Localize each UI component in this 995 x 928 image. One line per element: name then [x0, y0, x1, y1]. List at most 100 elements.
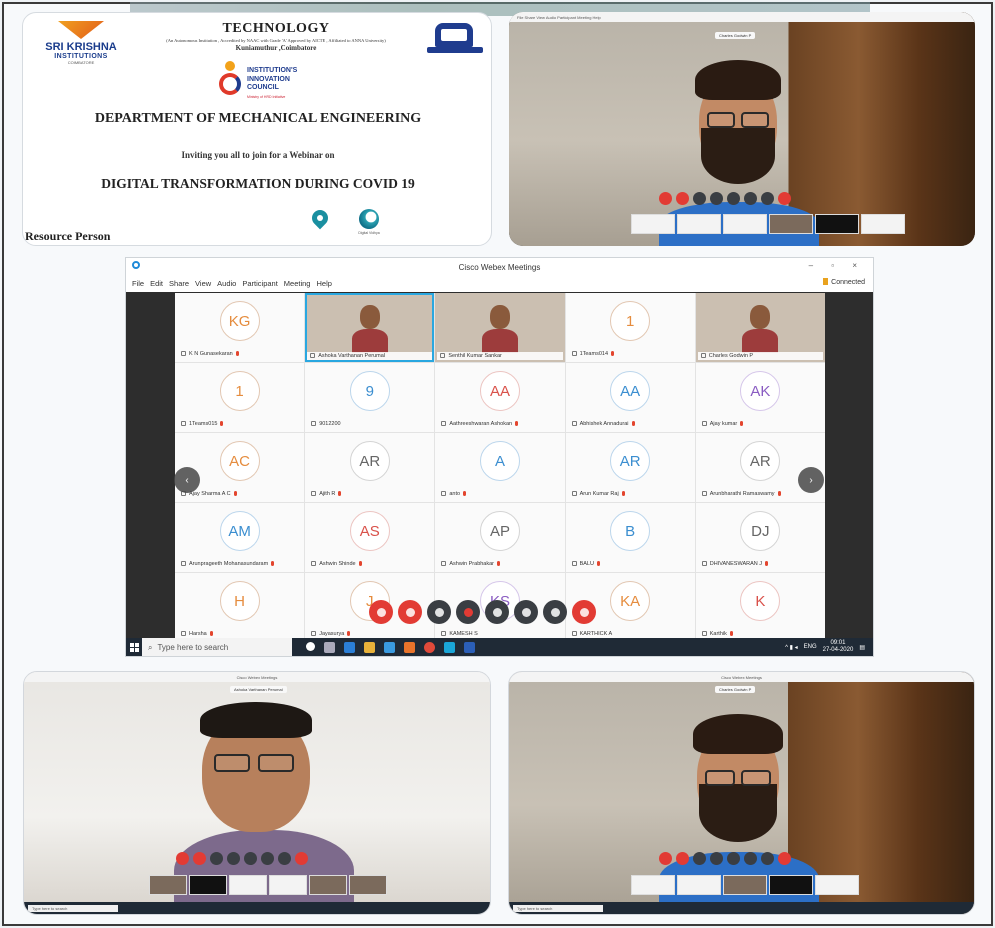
menu-edit[interactable]: Edit	[150, 279, 163, 288]
thumbnail[interactable]	[769, 214, 813, 234]
menu-help[interactable]: Help	[316, 279, 331, 288]
share-button[interactable]	[210, 852, 223, 865]
participants-button[interactable]	[727, 852, 740, 865]
participant-tile[interactable]: AR Arun Kumar Raj	[565, 433, 695, 502]
webex-taskbar-icon[interactable]	[444, 642, 455, 653]
window-controls[interactable]: – ▫ ×	[809, 261, 865, 270]
thumbnail[interactable]	[723, 875, 767, 895]
record-button[interactable]	[456, 600, 480, 624]
participant-tile[interactable]: B BALU	[565, 503, 695, 572]
participant-tile[interactable]: 1 1Teams014	[565, 293, 695, 362]
thumbnail[interactable]	[229, 875, 267, 895]
firefox-icon[interactable]	[404, 642, 415, 653]
share-button[interactable]	[693, 192, 706, 205]
chat-button[interactable]	[261, 852, 274, 865]
thumbnail[interactable]	[349, 875, 387, 895]
participant-tile[interactable]: AA Abhishek Annadurai	[565, 363, 695, 432]
menu-participant[interactable]: Participant	[242, 279, 277, 288]
participant-tile[interactable]: AK Ajay kumar	[695, 363, 825, 432]
record-button[interactable]	[710, 192, 723, 205]
participant-tile[interactable]: KG K N Gunasekaran	[175, 293, 305, 362]
menu-view[interactable]: View	[195, 279, 211, 288]
participant-tile[interactable]: Charles Godwin P	[695, 293, 825, 362]
participant-tile[interactable]: AC Ajay Sharma A C	[175, 433, 305, 502]
share-button[interactable]	[427, 600, 451, 624]
thumbnail[interactable]	[677, 875, 721, 895]
connection-status[interactable]: Connected	[823, 278, 865, 286]
participant-tile[interactable]: AM Arunprageeth Mohanasundaram	[175, 503, 305, 572]
thumbnail[interactable]	[677, 214, 721, 234]
participant-tile[interactable]: AP Ashwin Prabhakar	[435, 503, 565, 572]
thumbnail[interactable]	[269, 875, 307, 895]
participant-tile[interactable]: 9 9012200	[305, 363, 435, 432]
thumbnail[interactable]	[149, 875, 187, 895]
file-explorer-icon[interactable]	[364, 642, 375, 653]
muted-mic-icon	[463, 491, 467, 496]
thumbnail[interactable]	[723, 214, 767, 234]
camera-button[interactable]	[193, 852, 206, 865]
participant-tile[interactable]: DJ DHIVANESWARAN J	[695, 503, 825, 572]
camera-button[interactable]	[676, 852, 689, 865]
thumbnail[interactable]	[631, 214, 675, 234]
mute-button[interactable]	[659, 192, 672, 205]
leave-button[interactable]	[778, 192, 791, 205]
mini-search[interactable]: Type here to search	[513, 904, 603, 912]
clock[interactable]: 09:01 27-04-2020	[823, 640, 854, 654]
thumbnail[interactable]	[815, 875, 859, 895]
prev-page-arrow[interactable]: ‹	[174, 467, 200, 493]
more-button[interactable]	[761, 192, 774, 205]
store-icon[interactable]	[384, 642, 395, 653]
thumbnail[interactable]	[861, 214, 905, 234]
mute-button[interactable]	[176, 852, 189, 865]
share-button[interactable]	[693, 852, 706, 865]
participants-button[interactable]	[485, 600, 509, 624]
thumbnail[interactable]	[815, 214, 859, 234]
windows-start-icon[interactable]	[126, 638, 142, 656]
leave-button[interactable]	[778, 852, 791, 865]
mute-button[interactable]	[659, 852, 672, 865]
thumbnail[interactable]	[309, 875, 347, 895]
participant-tile[interactable]: H Harsha	[175, 573, 305, 642]
leave-button[interactable]	[295, 852, 308, 865]
participant-tile[interactable]: Ashoka Varthanan Perumal	[305, 293, 435, 362]
edge-icon[interactable]	[344, 642, 355, 653]
camera-button[interactable]	[676, 192, 689, 205]
cortana-icon[interactable]	[306, 642, 315, 651]
mini-search[interactable]: Type here to search	[28, 904, 118, 912]
menu-meeting[interactable]: Meeting	[284, 279, 311, 288]
menu-audio[interactable]: Audio	[217, 279, 236, 288]
chat-button[interactable]	[744, 192, 757, 205]
menu-share[interactable]: Share	[169, 279, 189, 288]
chrome-icon[interactable]	[424, 642, 435, 653]
participant-tile[interactable]: Aanto	[435, 433, 565, 502]
leave-meeting-button[interactable]	[572, 600, 596, 624]
participants-button[interactable]	[727, 192, 740, 205]
participant-tile[interactable]: 1 1Teams015	[175, 363, 305, 432]
notification-icon[interactable]: ▤	[859, 644, 865, 651]
tray-arrows-icon[interactable]: ^ ▮ ◂	[785, 644, 797, 651]
chat-button[interactable]	[744, 852, 757, 865]
participant-tile[interactable]: Senthil Kumar Sankar	[435, 293, 565, 362]
participant-tile[interactable]: AA Aathreeshwaran Ashokan	[435, 363, 565, 432]
participants-button[interactable]	[244, 852, 257, 865]
participant-tile[interactable]: AR Ajith R	[305, 433, 435, 502]
record-button[interactable]	[710, 852, 723, 865]
chat-button[interactable]	[514, 600, 538, 624]
participant-tile[interactable]: K Karthik	[695, 573, 825, 642]
stop-video-button[interactable]	[398, 600, 422, 624]
input-language[interactable]: ENG	[804, 644, 817, 650]
more-button[interactable]	[278, 852, 291, 865]
menu-file[interactable]: File	[132, 279, 144, 288]
thumbnail[interactable]	[631, 875, 675, 895]
thumbnail[interactable]	[189, 875, 227, 895]
participant-tile[interactable]: AS Ashwin Shinde	[305, 503, 435, 572]
task-view-icon[interactable]	[324, 642, 335, 653]
more-options-button[interactable]	[543, 600, 567, 624]
word-icon[interactable]	[464, 642, 475, 653]
next-page-arrow[interactable]: ›	[798, 467, 824, 493]
thumbnail[interactable]	[769, 875, 813, 895]
record-button[interactable]	[227, 852, 240, 865]
mute-button[interactable]	[369, 600, 393, 624]
more-button[interactable]	[761, 852, 774, 865]
taskbar-search[interactable]: ⌕ Type here to search	[142, 638, 292, 656]
